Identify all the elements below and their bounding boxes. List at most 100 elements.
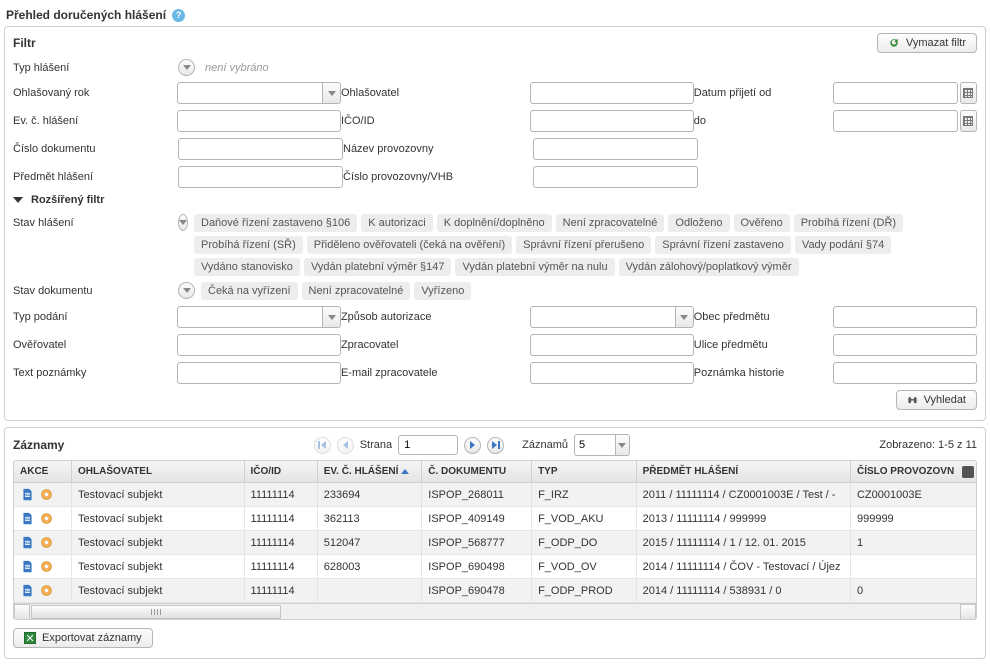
- settings-icon[interactable]: [39, 583, 54, 598]
- table-row[interactable]: Testovací subjekt11111114512047ISPOP_568…: [14, 531, 976, 555]
- ohlasovatel-input[interactable]: [530, 82, 694, 104]
- stav-dokumentu-tag[interactable]: Čeká na vyřízení: [201, 282, 298, 300]
- per-page-dropdown[interactable]: [616, 434, 630, 456]
- datum-od-picker[interactable]: [960, 82, 977, 104]
- detail-icon[interactable]: [20, 583, 35, 598]
- page-title: Přehled doručených hlášení: [6, 8, 166, 22]
- per-page-input[interactable]: [574, 434, 616, 456]
- stav-hlaseni-tag[interactable]: Správní řízení přerušeno: [516, 236, 651, 254]
- settings-icon[interactable]: [39, 511, 54, 526]
- stav-hlaseni-tag[interactable]: Odloženo: [668, 214, 729, 232]
- ico-id-input[interactable]: [530, 110, 694, 132]
- col-ico-id[interactable]: IČO/ID: [244, 461, 317, 483]
- typ-hlaseni-toggle[interactable]: [178, 59, 195, 76]
- stav-hlaseni-tag[interactable]: Není zpracovatelné: [556, 214, 665, 232]
- table-row[interactable]: Testovací subjekt11111114628003ISPOP_690…: [14, 555, 976, 579]
- cell-typ: F_ODP_DO: [532, 531, 637, 555]
- cislo-dokumentu-input[interactable]: [178, 138, 343, 160]
- col-ev-c-hlaseni[interactable]: Ev. č. hlášení: [317, 461, 422, 483]
- label-nazev-provozovny: Název provozovny: [343, 138, 533, 160]
- datum-od-input[interactable]: [833, 82, 958, 104]
- stav-hlaseni-tag[interactable]: Správní řízení zastaveno: [655, 236, 791, 254]
- search-button[interactable]: Vyhledat: [896, 390, 977, 410]
- horizontal-scrollbar[interactable]: [14, 603, 976, 619]
- col-c-dokumentu[interactable]: Č. dokumentu: [422, 461, 532, 483]
- stav-hlaseni-tag[interactable]: Ověřeno: [734, 214, 790, 232]
- stav-dokumentu-tag[interactable]: Vyřízeno: [414, 282, 471, 300]
- export-button[interactable]: Exportovat záznamy: [13, 628, 153, 648]
- overovatel-input[interactable]: [177, 334, 341, 356]
- datum-do-picker[interactable]: [960, 110, 977, 132]
- clear-filter-button[interactable]: Vymazat filtr: [877, 33, 977, 53]
- stav-hlaseni-tag[interactable]: K autorizaci: [361, 214, 432, 232]
- cell-typ: F_ODP_PROD: [532, 579, 637, 603]
- ulice-predmetu-input[interactable]: [833, 334, 977, 356]
- settings-icon[interactable]: [39, 559, 54, 574]
- typ-hlaseni-value: není vybráno: [201, 62, 269, 74]
- records-table-wrap: Akce Ohlašovatel IČO/ID Ev. č. hlášení Č…: [13, 460, 977, 620]
- pager-page-input[interactable]: [398, 435, 458, 455]
- ev-c-hlaseni-input[interactable]: [177, 110, 341, 132]
- predmet-hlaseni-input[interactable]: [178, 166, 343, 188]
- table-row[interactable]: Testovací subjekt11111114ISPOP_690478F_O…: [14, 579, 976, 603]
- extended-filter-toggle[interactable]: Rozšířený filtr: [13, 194, 977, 206]
- arrow-right-icon: [470, 441, 475, 449]
- poznamka-historie-input[interactable]: [833, 362, 977, 384]
- obec-predmetu-input[interactable]: [833, 306, 977, 328]
- email-zpracovatele-input[interactable]: [530, 362, 694, 384]
- calendar-icon: [963, 116, 973, 126]
- settings-icon[interactable]: [39, 535, 54, 550]
- stav-hlaseni-tag[interactable]: Vady podání §74: [795, 236, 891, 254]
- stav-hlaseni-tag[interactable]: K doplnění/doplněno: [437, 214, 552, 232]
- cell-doc: ISPOP_568777: [422, 531, 532, 555]
- stav-hlaseni-tag[interactable]: Probíhá řízení (DŘ): [794, 214, 903, 232]
- pager-first[interactable]: [314, 437, 331, 454]
- col-cislo-provozovny[interactable]: Číslo provozovn: [850, 461, 976, 483]
- detail-icon[interactable]: [20, 559, 35, 574]
- stav-dokumentu-toggle[interactable]: [178, 282, 195, 299]
- stav-hlaseni-toggle[interactable]: [178, 214, 188, 231]
- detail-icon[interactable]: [20, 535, 35, 550]
- label-ohlasovany-rok: Ohlašovaný rok: [13, 82, 177, 104]
- ohlasovany-rok-dropdown[interactable]: [323, 82, 341, 104]
- stav-hlaseni-tag[interactable]: Vydán platební výměr na nulu: [455, 258, 614, 276]
- cell-ico: 11111114: [244, 579, 317, 603]
- table-row[interactable]: Testovací subjekt11111114362113ISPOP_409…: [14, 507, 976, 531]
- help-icon[interactable]: ?: [172, 9, 185, 22]
- chevron-down-icon: [680, 315, 688, 320]
- stav-hlaseni-tag[interactable]: Vydáno stanovisko: [194, 258, 300, 276]
- pager-next[interactable]: [464, 437, 481, 454]
- col-typ[interactable]: Typ: [532, 461, 637, 483]
- typ-podani-input[interactable]: [177, 306, 323, 328]
- stav-hlaseni-tag[interactable]: Daňové řízení zastaveno §106: [194, 214, 357, 232]
- detail-icon[interactable]: [20, 487, 35, 502]
- cell-provozovna: 1: [850, 531, 976, 555]
- ohlasovany-rok-input[interactable]: [177, 82, 323, 104]
- col-ohlasovatel[interactable]: Ohlašovatel: [72, 461, 245, 483]
- stav-dokumentu-tag[interactable]: Není zpracovatelné: [302, 282, 411, 300]
- nazev-provozovny-input[interactable]: [533, 138, 698, 160]
- scrollbar-thumb[interactable]: [31, 605, 281, 619]
- typ-podani-dropdown[interactable]: [323, 306, 341, 328]
- zpusob-autorizace-input[interactable]: [530, 306, 676, 328]
- table-row[interactable]: Testovací subjekt11111114233694ISPOP_268…: [14, 483, 976, 507]
- pager-prev[interactable]: [337, 437, 354, 454]
- label-ulice-predmetu: Ulice předmětu: [694, 334, 833, 356]
- detail-icon[interactable]: [20, 511, 35, 526]
- col-predmet-hlaseni[interactable]: Předmět hlášení: [636, 461, 850, 483]
- refresh-icon: [888, 37, 900, 49]
- cislo-provozovny-vhb-input[interactable]: [533, 166, 698, 188]
- cell-doc: ISPOP_409149: [422, 507, 532, 531]
- stav-hlaseni-tag[interactable]: Přiděleno ověřovateli (čeká na ověření): [307, 236, 512, 254]
- zpracovatel-input[interactable]: [530, 334, 694, 356]
- pager-last[interactable]: [487, 437, 504, 454]
- stav-hlaseni-tag[interactable]: Vydán zálohový/poplatkový výměr: [619, 258, 799, 276]
- stav-hlaseni-tag[interactable]: Probíhá řízení (SŘ): [194, 236, 303, 254]
- col-akce[interactable]: Akce: [14, 461, 72, 483]
- settings-icon[interactable]: [39, 487, 54, 502]
- zpusob-autorizace-dropdown[interactable]: [676, 306, 694, 328]
- stav-hlaseni-tag[interactable]: Vydán platební výměr §147: [304, 258, 452, 276]
- column-menu-icon[interactable]: [962, 466, 974, 478]
- datum-do-input[interactable]: [833, 110, 958, 132]
- text-poznamky-input[interactable]: [177, 362, 341, 384]
